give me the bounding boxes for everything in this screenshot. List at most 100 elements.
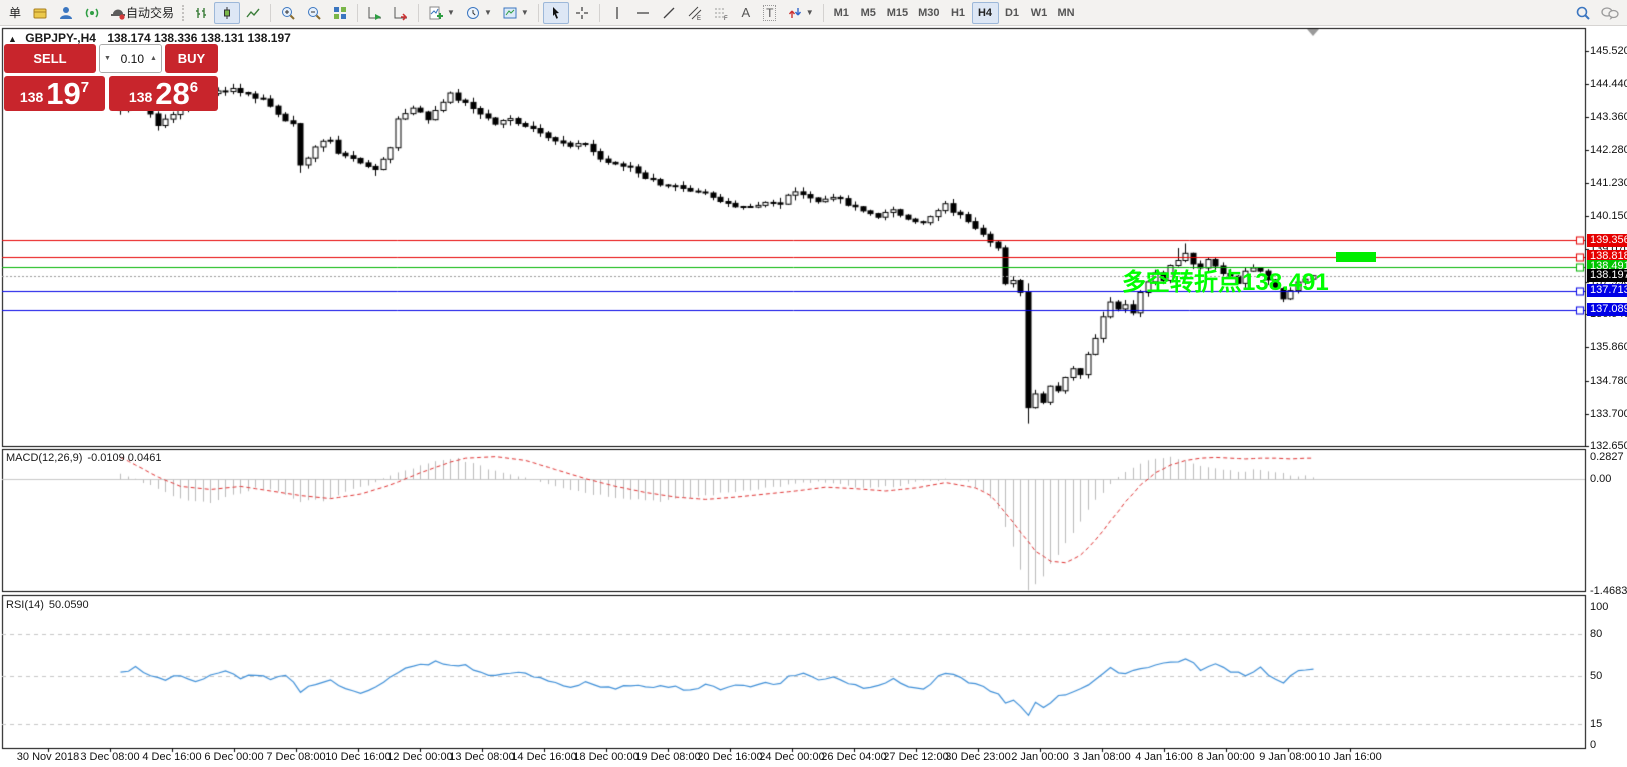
candlestick-icon: [219, 5, 235, 21]
search-button[interactable]: [1570, 2, 1596, 24]
time-axis-label: 20 Dec 16:00: [697, 751, 762, 763]
rsi-scale-label: 80: [1590, 628, 1602, 640]
crosshair-button[interactable]: [569, 2, 595, 24]
timeframe-button-m5[interactable]: M5: [855, 2, 882, 24]
buy-price-big: 28: [155, 79, 189, 109]
macd-scale-label: 0.00: [1590, 473, 1611, 485]
bar-chart-button[interactable]: [188, 2, 214, 24]
macd-pane-label: MACD(12,26,9) -0.0109 0.0461: [6, 452, 161, 464]
sell-button[interactable]: SELL: [4, 44, 96, 73]
time-axis-label: 4 Jan 16:00: [1135, 751, 1193, 763]
sell-price-prefix: 138: [20, 89, 43, 105]
svg-text:F: F: [724, 16, 728, 21]
new-order-button[interactable]: 单: [3, 2, 27, 24]
sell-price-display[interactable]: 138 19 7: [4, 76, 105, 111]
buy-price-display[interactable]: 138 28 6: [109, 76, 218, 111]
fibonacci-icon: F: [713, 5, 729, 21]
ohlc-values: 138.174 138.336 138.131 138.197: [107, 31, 291, 45]
time-axis-label: 7 Dec 08:00: [266, 751, 325, 763]
time-axis-label: 4 Dec 16:00: [142, 751, 201, 763]
text-label-button[interactable]: T: [758, 2, 782, 24]
template-icon: [502, 5, 518, 21]
timeframe-button-m15[interactable]: M15: [882, 2, 913, 24]
macd-name: MACD(12,26,9): [6, 452, 82, 464]
time-axis-label: 3 Jan 08:00: [1073, 751, 1131, 763]
chart-shift-icon: [393, 5, 409, 21]
rsi-value: 50.0590: [49, 599, 89, 611]
new-order-label: 单: [9, 4, 21, 21]
timeframe-bar: M1M5M15M30H1H4D1W1MN: [828, 2, 1080, 24]
zoom-in-button[interactable]: [275, 2, 301, 24]
periods-button[interactable]: ▼: [460, 2, 497, 24]
cursor-button[interactable]: [543, 2, 569, 24]
channel-icon: E: [687, 5, 703, 21]
search-icon: [1575, 5, 1591, 21]
chart-shift-button[interactable]: [388, 2, 414, 24]
price-tag: 137.089: [1587, 303, 1627, 316]
timeframe-button-mn[interactable]: MN: [1053, 2, 1080, 24]
community-button[interactable]: [53, 2, 79, 24]
timeframe-button-m30[interactable]: M30: [913, 2, 944, 24]
fibonacci-button[interactable]: F: [708, 2, 734, 24]
volume-up-button[interactable]: ▲: [146, 45, 161, 72]
autotrade-button[interactable]: 自动交易: [105, 2, 179, 24]
price-axis-label: 145.520: [1590, 45, 1627, 57]
candlestick-chart-button[interactable]: [214, 2, 240, 24]
price-tag: 137.713: [1587, 284, 1627, 297]
time-axis-label: 30 Dec 23:00: [945, 751, 1010, 763]
buy-button[interactable]: BUY: [165, 44, 218, 73]
time-axis-label: 12 Dec 00:00: [387, 751, 452, 763]
bar-chart-icon: [193, 5, 209, 21]
equidistant-channel-button[interactable]: E: [682, 2, 708, 24]
trendline-icon: [661, 5, 677, 21]
timeframe-button-m1[interactable]: M1: [828, 2, 855, 24]
text-button[interactable]: A: [734, 2, 758, 24]
templates-button[interactable]: ▼: [497, 2, 534, 24]
timeframe-button-h4[interactable]: H4: [972, 2, 999, 24]
price-axis-label: 141.230: [1590, 177, 1627, 189]
toolbar-separator: [418, 4, 419, 22]
indicators-button[interactable]: ▼: [423, 2, 460, 24]
autoscroll-button[interactable]: [362, 2, 388, 24]
tile-windows-button[interactable]: [327, 2, 353, 24]
timeframe-button-d1[interactable]: D1: [999, 2, 1026, 24]
rsi-pane-label: RSI(14) 50.0590: [6, 599, 89, 611]
autoscroll-icon: [367, 5, 383, 21]
line-chart-button[interactable]: [240, 2, 266, 24]
text-label-icon: T: [763, 5, 776, 21]
timeframe-button-w1[interactable]: W1: [1026, 2, 1053, 24]
book-icon: [32, 5, 48, 21]
price-axis-label: 144.440: [1590, 78, 1627, 90]
vertical-line-icon: [609, 5, 625, 21]
rsi-name: RSI(14): [6, 599, 44, 611]
cursor-icon: [548, 5, 564, 21]
time-axis-label: 18 Dec 00:00: [573, 751, 638, 763]
collapse-arrow-icon: ▲: [8, 34, 17, 44]
volume-value[interactable]: 0.10: [115, 45, 146, 72]
rsi-scale-label: 15: [1590, 718, 1602, 730]
signals-button[interactable]: [79, 2, 105, 24]
vertical-line-button[interactable]: [604, 2, 630, 24]
zoom-in-icon: [280, 5, 296, 21]
toolbar-separator: [538, 4, 539, 22]
arrows-button[interactable]: ▼: [782, 2, 819, 24]
price-tag: 139.356: [1587, 234, 1627, 247]
timeframe-button-h1[interactable]: H1: [945, 2, 972, 24]
arrows-icon: [787, 5, 803, 21]
trendline-button[interactable]: [656, 2, 682, 24]
chevron-down-icon: ▼: [447, 8, 455, 17]
price-axis-label: 142.280: [1590, 144, 1627, 156]
market-watch-button[interactable]: [27, 2, 53, 24]
horizontal-line-icon: [635, 5, 651, 21]
toolbar-separator: [823, 4, 824, 22]
time-axis-label: 14 Dec 16:00: [511, 751, 576, 763]
volume-down-button[interactable]: ▼: [100, 45, 115, 72]
chat-button[interactable]: [1596, 2, 1624, 24]
zoom-out-button[interactable]: [301, 2, 327, 24]
price-chart-canvas[interactable]: [0, 0, 1627, 767]
horizontal-line-button[interactable]: [630, 2, 656, 24]
chevron-down-icon: ▼: [484, 8, 492, 17]
volume-stepper[interactable]: ▼ 0.10 ▲: [99, 44, 162, 73]
time-axis-label: 3 Dec 08:00: [80, 751, 139, 763]
price-axis-label: 140.150: [1590, 210, 1627, 222]
